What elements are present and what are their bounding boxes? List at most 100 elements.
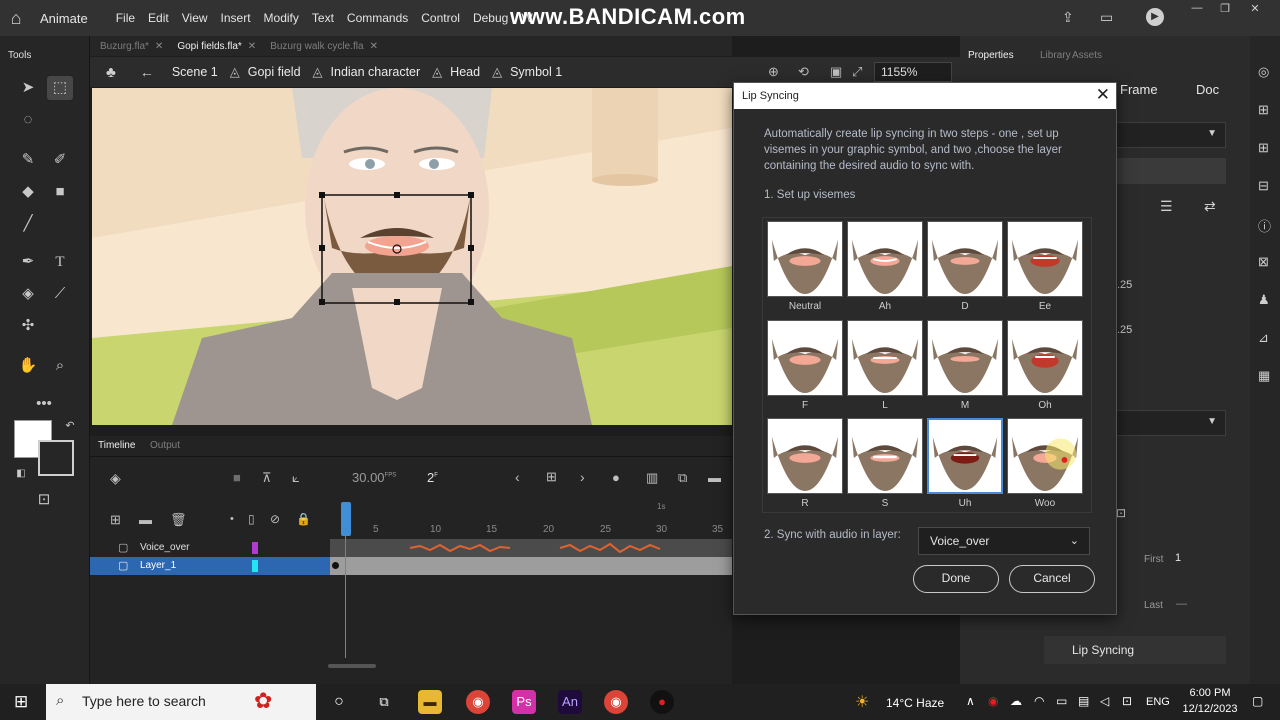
viseme-s[interactable]: S [847,418,923,516]
close-tab-icon[interactable]: ✕ [248,41,256,52]
rectangle-tool-icon[interactable]: ■ [47,180,73,204]
tray-chevron-icon[interactable]: ∧ [966,694,975,708]
notifications-icon[interactable]: ▢ [1252,694,1263,708]
back-arrow-icon[interactable]: ← [140,64,154,80]
palette-icon[interactable]: ◎ [1258,64,1269,80]
lip-syncing-button[interactable]: Lip Syncing [1044,636,1226,664]
menu-debug[interactable]: Debug [473,11,508,25]
doc-tab[interactable]: Buzurg.fla* ✕ [100,41,163,52]
breadcrumb-scene[interactable]: Scene 1 [172,65,218,79]
parent-view-icon[interactable]: ⊼ [262,470,272,486]
keyframe-dot[interactable] [332,562,339,569]
layer-color-swatch[interactable] [252,542,258,554]
close-window-icon[interactable]: ✕ [1242,2,1268,16]
edit-symbols-icon[interactable]: ♣ [106,64,116,81]
swatches-icon[interactable]: ▦ [1258,368,1270,384]
close-icon[interactable]: ✕ [1096,86,1110,104]
zoom-select[interactable]: 1155%▼ [874,62,969,82]
eraser-tool-icon[interactable]: ◆ [15,180,41,204]
paint-brush-icon[interactable]: ✐ [47,148,73,172]
doc-tab[interactable]: Buzurg walk cycle.fla ✕ [270,41,378,52]
menu-text[interactable]: Text [312,11,334,25]
line-tool-icon[interactable]: ╱ [15,212,41,236]
info-icon[interactable]: ⓘ [1258,216,1271,235]
file-explorer-icon[interactable]: ▬ [418,690,442,714]
breadcrumb-item[interactable]: ◬ Symbol 1 [492,64,562,80]
menu-file[interactable]: File [116,11,135,25]
audio-frames[interactable] [330,539,732,557]
frame-ruler[interactable]: 1s 5 10 15 20 25 30 35 [330,500,732,536]
menu-commands[interactable]: Commands [347,11,408,25]
playhead[interactable] [341,502,351,536]
viseme-ee[interactable]: Ee [1007,221,1083,319]
zoom-tool-icon[interactable]: ⌕ [47,354,73,378]
viseme-f[interactable]: F [767,320,843,418]
share-icon[interactable]: ⇪ [1062,9,1074,26]
viseme-neutral[interactable]: Neutral [767,221,843,319]
eyedropper-icon[interactable]: ⟋ [47,282,73,306]
tween-icon[interactable]: ▬ [708,470,721,485]
clip-stage-icon[interactable]: ▣ [830,64,842,80]
frame-display[interactable]: 2F [427,470,438,485]
audio-layer-select[interactable]: Voice_over ⌄ [918,527,1090,555]
paint-bucket-icon[interactable]: ◈ [15,282,41,306]
create-tween-icon[interactable]: ⧉ [678,470,687,486]
next-keyframe-icon[interactable]: › [580,469,585,485]
cortana-icon[interactable]: ○ [327,690,351,714]
minimize-icon[interactable]: — [1184,2,1210,16]
camera-icon[interactable]: ■ [233,470,241,485]
breadcrumb-item[interactable]: ◬ Indian character [313,64,421,80]
insert-keyframe-icon[interactable]: ⊞ [546,469,557,485]
breadcrumb-item[interactable]: ◬ Head [432,64,480,80]
hide-layers-icon[interactable]: ⊘ [270,512,280,526]
free-transform-tool-icon[interactable]: ⬚ [47,76,73,100]
cloud-icon[interactable]: ☁ [1010,694,1022,708]
animate-icon[interactable]: An [558,690,582,714]
windows-start-icon[interactable]: ⊞ [14,692,28,712]
graph-icon[interactable]: ⟀ [292,470,300,486]
viseme-oh[interactable]: Oh [1007,320,1083,418]
first-value[interactable]: 1 [1175,552,1181,564]
highlight-icon[interactable]: • [230,513,234,525]
lasso-tool-icon[interactable]: ◌ [15,108,41,132]
task-view-icon[interactable]: ⧉ [372,690,396,714]
fill-color-swatch[interactable] [38,440,74,476]
center-stage-icon[interactable]: ⊕ [768,64,779,80]
grid-icon[interactable]: ⊞ [1258,140,1269,156]
pen-tool-icon[interactable]: ✒ [15,250,41,274]
swap-icon[interactable]: ⇄ [1204,198,1216,215]
property-value[interactable]: .25 [1117,279,1132,291]
selection-tool-icon[interactable]: ➤ [15,76,41,100]
edit-multiple-frames-icon[interactable]: ▥ [646,470,658,486]
clock-date[interactable]: 12/12/2023 [1178,703,1242,715]
menu-view[interactable]: View [182,11,208,25]
snap-icon[interactable]: ⊡ [31,488,57,512]
delete-layer-icon[interactable]: 🗑 [170,512,187,528]
default-colors-icon[interactable]: ◧ [8,462,34,486]
weather-text[interactable]: 14°C Haze [886,696,944,710]
done-button[interactable]: Done [913,565,999,593]
edit-icon[interactable]: ⊡ [1116,506,1126,520]
chrome-icon[interactable]: ◉ [604,690,628,714]
menu-modify[interactable]: Modify [264,11,299,25]
doc-tab[interactable]: Gopi fields.fla* ✕ [177,41,256,52]
volume-icon[interactable]: ◁ [1100,694,1109,708]
battery-icon[interactable]: ▭ [1056,694,1067,708]
swap-colors-icon[interactable]: ↶ [57,414,83,438]
layer-row[interactable]: ▢ Layer_1 [90,557,330,575]
menu-edit[interactable]: Edit [148,11,169,25]
viseme-d[interactable]: D [927,221,1003,319]
layer-frames[interactable] [330,557,732,575]
taskbar-search[interactable]: ⌕ Type here to search ✿ [46,684,316,720]
layer-row[interactable]: ▢ Voice_over [90,539,330,557]
new-folder-icon[interactable]: ▬ [139,512,152,527]
record-icon[interactable]: ● [650,690,674,714]
wifi-icon[interactable]: ◠ [1034,694,1044,708]
hand-tool-icon[interactable]: ✋ [15,354,41,378]
viseme-ah[interactable]: Ah [847,221,923,319]
tab-output[interactable]: Output [150,440,180,451]
layer-name[interactable]: Layer_1 [140,560,176,571]
menu-control[interactable]: Control [421,11,460,25]
outline-icon[interactable]: ▯ [248,512,255,526]
new-layer-icon[interactable]: ⊞ [110,512,121,528]
